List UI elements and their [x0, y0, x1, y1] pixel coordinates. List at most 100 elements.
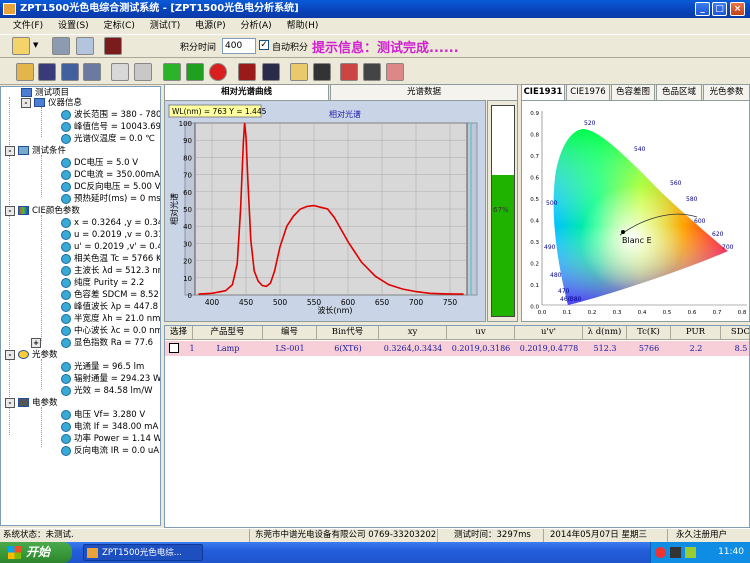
single-test-icon[interactable]	[163, 63, 181, 81]
power-icon[interactable]	[104, 37, 122, 55]
menu-power[interactable]: 电源(P)	[189, 18, 231, 34]
open-folder-icon[interactable]	[16, 63, 34, 81]
cell-purity: 2.2	[689, 344, 703, 353]
export-icon[interactable]	[363, 63, 381, 81]
cie-diagram[interactable]: 0.90.80.70.60.50.40.30.20.10.00.0 0.1 0.2 0…	[522, 101, 750, 323]
calendar-icon[interactable]	[340, 63, 358, 81]
locus-label: 490	[544, 244, 556, 251]
auto-integration-checkbox[interactable]: ✓	[259, 40, 269, 50]
tab-relative-spectrum[interactable]: 相对光谱曲线	[164, 84, 329, 101]
spectrum-view-icon[interactable]	[238, 63, 256, 81]
save-as-icon[interactable]	[61, 63, 79, 81]
company-info: 东莞市中谱光电设备有限公司 0769-33203202	[252, 529, 438, 542]
tree-node-photometric[interactable]: - 光参数	[5, 349, 58, 361]
config-icon[interactable]	[12, 37, 30, 55]
check-icon	[61, 217, 71, 228]
column-header[interactable]: 编号	[263, 326, 317, 340]
x-tick-label: 700	[409, 298, 424, 307]
save-icon[interactable]	[38, 63, 56, 81]
report-icon[interactable]	[290, 63, 308, 81]
menu-file[interactable]: 文件(F)	[7, 18, 49, 34]
collapse-icon[interactable]: -	[5, 397, 15, 408]
locus-label: 480	[550, 272, 562, 279]
tab-spectrum-data[interactable]: 光谱数据	[330, 84, 518, 100]
tree-node-cie[interactable]: - CIE颜色参数	[5, 205, 80, 217]
cie-y-tick: 0.4	[530, 219, 539, 225]
tree-node-electrical[interactable]: - 电参数	[5, 397, 58, 409]
taskbar-app-button[interactable]: ZPT1500光色电综...	[83, 544, 203, 561]
cie-x-tick: 0.8	[738, 310, 747, 316]
column-header[interactable]: PUR	[671, 326, 721, 340]
tree-node-conditions[interactable]: - 测试条件	[5, 145, 66, 157]
tray-icon[interactable]	[655, 547, 666, 558]
column-header[interactable]: 选择	[165, 326, 193, 340]
menu-settings[interactable]: 设置(S)	[52, 18, 95, 34]
minimize-button[interactable]: _	[695, 2, 710, 16]
edit-icon[interactable]	[134, 63, 152, 81]
list-icon[interactable]	[111, 63, 129, 81]
tray-icon[interactable]	[670, 547, 681, 558]
tab-tolerance[interactable]: 色容差图	[611, 84, 655, 100]
check-icon	[61, 229, 71, 240]
spectrum-chart[interactable]: 0102030405060708090100 400 450 500 550 600 65…	[165, 101, 487, 323]
save-all-icon[interactable]	[83, 63, 101, 81]
help-icon[interactable]	[313, 63, 331, 81]
device-icon[interactable]	[76, 37, 94, 55]
tree-item: 显色指数 Ra = 77.6	[61, 337, 153, 349]
maximize-button[interactable]: □	[712, 2, 727, 16]
menu-analysis[interactable]: 分析(A)	[235, 18, 278, 34]
column-header[interactable]: 产品型号	[193, 326, 263, 340]
cie-y-tick: 0.1	[530, 283, 539, 289]
chevron-down-icon[interactable]: ▼	[33, 41, 38, 49]
column-header[interactable]: Tc(K)	[627, 326, 671, 340]
column-header[interactable]: uv	[447, 326, 515, 340]
tray-icon[interactable]	[685, 547, 696, 558]
x-tick-label: 400	[205, 298, 220, 307]
license-user: 永久注册用户	[676, 530, 728, 540]
collapse-icon[interactable]: -	[21, 97, 31, 108]
tab-chromaticity-region[interactable]: 色品区域	[656, 84, 702, 100]
integration-time-input[interactable]	[222, 38, 256, 54]
tab-cie1931[interactable]: CIE1931	[521, 84, 565, 101]
chart-view-icon[interactable]	[262, 63, 280, 81]
toolbar-top: ▼ 积分时间 ✓ 自动积分 提示信息：测试完成......	[0, 34, 750, 58]
column-header[interactable]: u'v'	[515, 326, 583, 340]
collapse-icon[interactable]: -	[5, 145, 15, 156]
close-button[interactable]: ×	[730, 2, 745, 16]
tree-node-instrument[interactable]: - 仪器信息	[21, 97, 82, 109]
cie-y-tick: 0.2	[530, 262, 539, 268]
calibrate-icon[interactable]	[52, 37, 70, 55]
tree-item: u' = 0.2019 ,v' = 0.4778	[61, 241, 160, 253]
cell-model: Lamp	[216, 344, 240, 353]
tree-item: 纯度 Purity = 2.2	[61, 277, 144, 289]
column-header[interactable]: Bin代号	[317, 326, 379, 340]
collapse-icon[interactable]: -	[5, 205, 15, 216]
row-select-checkbox[interactable]	[169, 343, 179, 353]
spectrum-chart-panel: 0 10 20 30 40 50 60 70 80 90 100 400 450 500 550 600 65…	[164, 100, 486, 322]
level-bar-fill	[492, 175, 514, 316]
tab-color-params[interactable]: 光色参数	[703, 84, 750, 100]
collapse-icon[interactable]: -	[5, 349, 15, 360]
menu-calibration[interactable]: 定标(C)	[98, 18, 141, 34]
window-title: ZPT1500光色电综合测试系统 - [ZPT1500光色电分析系统]	[20, 3, 299, 14]
check-icon	[61, 313, 71, 324]
y-tick-label: 80	[183, 154, 192, 162]
check-icon	[61, 121, 71, 132]
table-row[interactable]: 1 Lamp LS-001 6(XT6) 0.3264,0.3434 0.201…	[165, 341, 749, 356]
start-button[interactable]: 开始	[0, 542, 72, 563]
x-tick-label: 500	[273, 298, 288, 307]
column-header[interactable]: λ d(nm)	[583, 326, 627, 340]
stop-icon[interactable]	[209, 63, 227, 81]
column-header[interactable]: xy	[379, 326, 447, 340]
play-icon[interactable]	[186, 63, 204, 81]
tab-cie1976[interactable]: CIE1976	[566, 84, 610, 100]
tree-item: 色容差 SDCM = 8.52	[61, 289, 159, 301]
cie-y-tick: 0.3	[530, 240, 539, 246]
menu-test[interactable]: 测试(T)	[144, 18, 187, 34]
menu-help[interactable]: 帮助(H)	[281, 18, 325, 34]
column-header[interactable]: SDC	[721, 326, 749, 340]
expand-icon[interactable]: +	[31, 337, 44, 349]
white-point-label: Blanc E	[622, 236, 652, 245]
integration-time-label: 积分时间	[180, 43, 217, 53]
print-icon[interactable]	[386, 63, 404, 81]
